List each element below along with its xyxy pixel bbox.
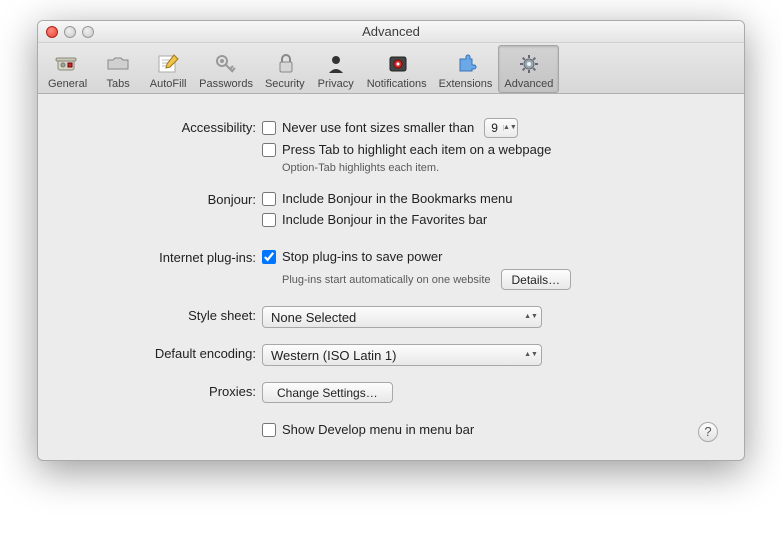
stop-plugins-label: Stop plug-ins to save power (282, 248, 442, 266)
min-font-size-select[interactable]: 9 ▲▼ (484, 118, 518, 138)
bonjour-bookmarks-label: Include Bonjour in the Bookmarks menu (282, 190, 513, 208)
pencil-form-icon (153, 50, 183, 76)
preferences-toolbar: General Tabs AutoFill Passwords Security (38, 43, 744, 94)
tab-label: Passwords (199, 78, 253, 90)
popup-arrows-icon: ▲▼ (525, 352, 537, 358)
bonjour-section: Bonjour: Include Bonjour in the Bookmark… (64, 190, 718, 232)
tab-passwords[interactable]: Passwords (193, 45, 259, 93)
change-settings-button[interactable]: Change Settings… (262, 382, 393, 403)
bonjour-favorites-label: Include Bonjour in the Favorites bar (282, 211, 487, 229)
stylesheet-label: Style sheet: (64, 306, 262, 323)
window-title: Advanced (38, 24, 744, 39)
tab-label: Tabs (107, 78, 130, 90)
show-develop-checkbox[interactable] (262, 423, 276, 437)
plugins-section: Internet plug-ins: Stop plug-ins to save… (64, 248, 718, 290)
press-tab-checkbox[interactable] (262, 143, 276, 157)
tab-label: General (48, 78, 87, 90)
tab-autofill[interactable]: AutoFill (143, 45, 193, 93)
bonjour-label: Bonjour: (64, 190, 262, 207)
never-smaller-checkbox[interactable] (262, 121, 276, 135)
bonjour-bookmarks-checkbox[interactable] (262, 192, 276, 206)
preferences-window: Advanced General Tabs AutoFill Passwords (37, 20, 745, 461)
accessibility-label: Accessibility: (64, 118, 262, 135)
bonjour-favorites-checkbox[interactable] (262, 213, 276, 227)
tab-label: AutoFill (150, 78, 187, 90)
proxies-section: Proxies: Change Settings… (64, 382, 718, 403)
tab-label: Privacy (318, 78, 354, 90)
key-icon (211, 50, 241, 76)
tab-advanced[interactable]: Advanced (498, 45, 559, 93)
tab-extensions[interactable]: Extensions (433, 45, 499, 93)
gear-icon (514, 50, 544, 76)
accessibility-section: Accessibility: Never use font sizes smal… (64, 118, 718, 174)
tab-icon (103, 50, 133, 76)
never-smaller-label: Never use font sizes smaller than (282, 119, 474, 137)
tab-label: Advanced (504, 78, 553, 90)
encoding-value: Western (ISO Latin 1) (271, 348, 396, 363)
silhouette-icon (321, 50, 351, 76)
tab-label: Security (265, 78, 305, 90)
tab-general[interactable]: General (42, 45, 93, 93)
plugins-hint: Plug-ins start automatically on one webs… (282, 274, 491, 286)
tab-label: Notifications (367, 78, 427, 90)
puzzle-icon (451, 50, 481, 76)
option-tab-hint: Option-Tab highlights each item. (282, 162, 718, 174)
lock-icon (270, 50, 300, 76)
gear-switch-icon (53, 50, 83, 76)
stepper-arrows-icon: ▲▼ (503, 125, 513, 131)
show-develop-label: Show Develop menu in menu bar (282, 421, 474, 439)
notification-icon (382, 50, 412, 76)
popup-arrows-icon: ▲▼ (525, 314, 537, 320)
bottom-row: Show Develop menu in menu bar ? (64, 421, 718, 442)
tab-notifications[interactable]: Notifications (361, 45, 433, 93)
encoding-section: Default encoding: Western (ISO Latin 1) … (64, 344, 718, 366)
tab-security[interactable]: Security (259, 45, 311, 93)
tab-label: Extensions (439, 78, 493, 90)
press-tab-label: Press Tab to highlight each item on a we… (282, 141, 551, 159)
proxies-label: Proxies: (64, 382, 262, 399)
details-button[interactable]: Details… (501, 269, 572, 290)
titlebar: Advanced (38, 21, 744, 43)
content-pane: Accessibility: Never use font sizes smal… (38, 94, 744, 460)
plugins-label: Internet plug-ins: (64, 248, 262, 265)
stop-plugins-checkbox[interactable] (262, 250, 276, 264)
encoding-popup[interactable]: Western (ISO Latin 1) ▲▼ (262, 344, 542, 366)
stylesheet-section: Style sheet: None Selected ▲▼ (64, 306, 718, 328)
stylesheet-popup[interactable]: None Selected ▲▼ (262, 306, 542, 328)
tab-privacy[interactable]: Privacy (311, 45, 361, 93)
stylesheet-value: None Selected (271, 310, 356, 325)
tab-tabs[interactable]: Tabs (93, 45, 143, 93)
min-font-size-value: 9 (491, 119, 498, 137)
help-button[interactable]: ? (698, 422, 718, 442)
encoding-label: Default encoding: (64, 344, 262, 361)
